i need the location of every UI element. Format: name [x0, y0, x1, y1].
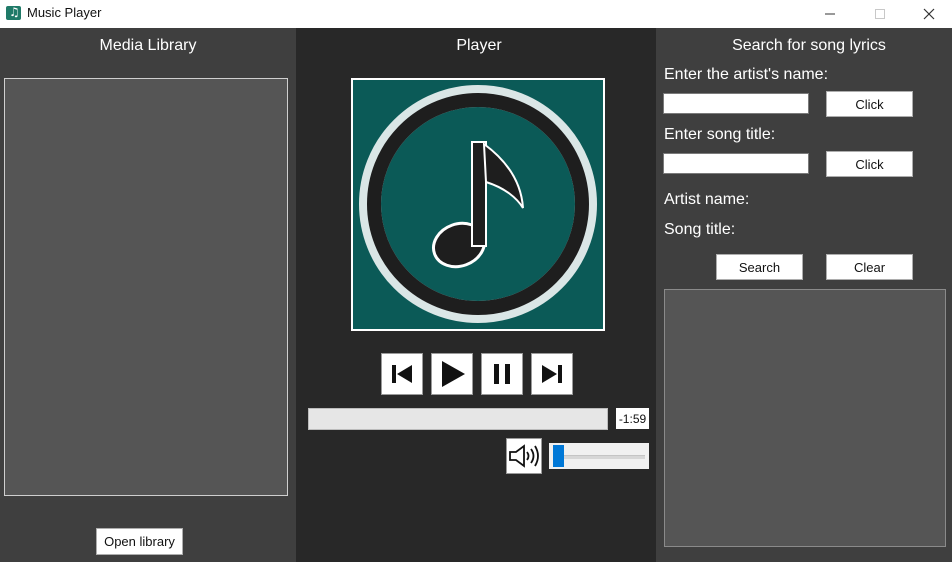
artist-prompt-label: Enter the artist's name: [664, 66, 829, 83]
minimize-button[interactable] [807, 0, 853, 28]
close-icon [923, 8, 935, 20]
previous-icon [392, 365, 412, 383]
title-bar[interactable]: ♫ Music Player [0, 0, 952, 28]
time-remaining: -1:59 [616, 408, 649, 429]
play-button[interactable] [431, 353, 473, 395]
artist-click-button[interactable]: Click [826, 91, 913, 117]
lyrics-heading: Search for song lyrics [732, 37, 886, 54]
media-library-heading: Media Library [99, 37, 197, 54]
song-title-input[interactable] [663, 153, 809, 174]
volume-slider[interactable] [549, 443, 649, 469]
close-button[interactable] [906, 0, 952, 28]
maximize-icon [875, 9, 885, 19]
title-prompt-label: Enter song title: [664, 126, 776, 143]
album-art [351, 78, 605, 331]
volume-track [553, 455, 645, 459]
previous-button[interactable] [381, 353, 423, 395]
pause-icon [494, 364, 510, 384]
music-note-icon: ♫ [6, 5, 21, 20]
open-library-button[interactable]: Open library [96, 528, 183, 555]
next-button[interactable] [531, 353, 573, 395]
player-heading: Player [456, 37, 502, 54]
pause-button[interactable] [481, 353, 523, 395]
song-title-label: Song title: [664, 221, 736, 238]
search-button[interactable]: Search [716, 254, 803, 280]
maximize-button[interactable] [857, 0, 903, 28]
artist-name-input[interactable] [663, 93, 809, 114]
clear-button[interactable]: Clear [826, 254, 913, 280]
next-icon [542, 365, 562, 383]
volume-thumb[interactable] [553, 445, 565, 467]
music-note-icon [359, 85, 597, 323]
lyrics-text-area[interactable] [664, 289, 946, 547]
volume-button[interactable] [506, 438, 542, 474]
media-library-list[interactable] [4, 78, 288, 496]
progress-bar[interactable] [308, 408, 608, 430]
minimize-icon [825, 13, 835, 15]
title-click-button[interactable]: Click [826, 151, 913, 177]
window-title: Music Player [27, 5, 102, 20]
artist-name-label: Artist name: [664, 191, 750, 208]
speaker-icon [509, 444, 539, 468]
play-icon [442, 361, 465, 387]
